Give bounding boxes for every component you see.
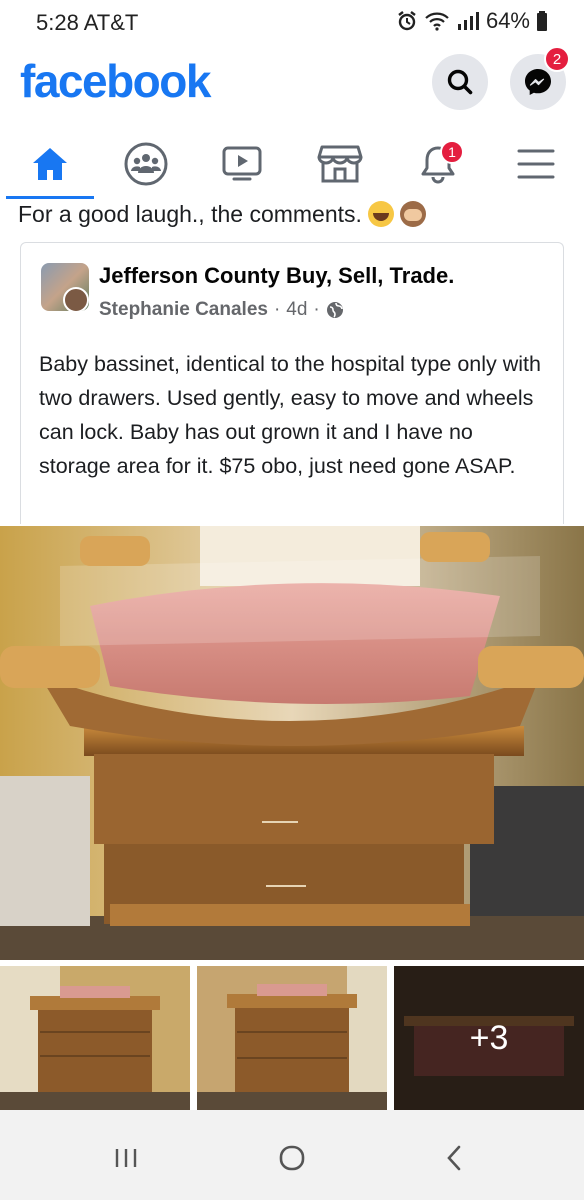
meta-separator-2: · bbox=[313, 299, 320, 320]
post-caption: For a good laugh., the comments. bbox=[18, 198, 578, 230]
battery-percent: 64% bbox=[485, 8, 530, 33]
status-time: 5:28 AT&T bbox=[36, 10, 139, 35]
status-bar: 5:28 AT&T 64% bbox=[0, 0, 584, 44]
globe-icon bbox=[326, 302, 343, 318]
post-author[interactable]: Stephanie Canales bbox=[99, 299, 268, 321]
home-button[interactable] bbox=[262, 1138, 322, 1178]
thumbnail-photo-2[interactable] bbox=[197, 966, 387, 1110]
home-circle-icon bbox=[279, 1145, 305, 1171]
thumbnail-photo-1[interactable] bbox=[0, 966, 190, 1110]
post-meta: Stephanie Canales · 4d · bbox=[99, 299, 344, 321]
home-icon bbox=[33, 148, 67, 180]
wifi-icon bbox=[425, 12, 449, 31]
search-button[interactable] bbox=[432, 54, 488, 110]
tab-home[interactable] bbox=[20, 134, 80, 194]
messenger-icon bbox=[525, 69, 551, 95]
tab-menu[interactable] bbox=[506, 134, 566, 194]
post-body-text: Baby bassinet, identical to the hospital… bbox=[39, 352, 541, 478]
recent-apps-icon bbox=[115, 1149, 137, 1167]
tab-notifications[interactable]: 1 bbox=[408, 134, 468, 194]
see-no-evil-monkey-emoji-icon bbox=[399, 201, 426, 227]
meta-separator: · bbox=[273, 299, 281, 320]
group-avatar[interactable] bbox=[41, 263, 89, 311]
laughing-emoji-icon bbox=[367, 201, 394, 227]
groups-icon bbox=[124, 142, 168, 186]
shared-post-card[interactable]: Jefferson County Buy, Sell, Trade. Steph… bbox=[20, 242, 564, 524]
watch-icon bbox=[222, 146, 262, 181]
search-icon bbox=[447, 69, 473, 95]
more-photos-overlay[interactable]: +3 bbox=[394, 966, 584, 1110]
signal-icon bbox=[457, 12, 479, 30]
app-header: facebook 2 bbox=[0, 46, 584, 116]
bassinet-photo[interactable] bbox=[0, 526, 584, 960]
facebook-logo: facebook bbox=[20, 55, 211, 107]
post-caption-text: For a good laugh., the comments. bbox=[18, 200, 362, 227]
messenger-badge: 2 bbox=[544, 46, 570, 72]
marketplace-icon bbox=[317, 145, 363, 183]
back-chevron-icon bbox=[447, 1145, 461, 1171]
notifications-badge: 1 bbox=[440, 140, 464, 164]
tab-bar: 1 bbox=[0, 128, 584, 200]
tab-marketplace[interactable] bbox=[310, 134, 370, 194]
recents-button[interactable] bbox=[96, 1138, 156, 1178]
post-time[interactable]: 4d bbox=[286, 299, 307, 321]
status-icons: 64% bbox=[396, 8, 548, 34]
tab-watch[interactable] bbox=[212, 134, 272, 194]
battery-icon bbox=[537, 11, 547, 31]
alarm-icon bbox=[398, 11, 416, 31]
messenger-button[interactable]: 2 bbox=[510, 46, 570, 110]
group-name[interactable]: Jefferson County Buy, Sell, Trade. bbox=[99, 263, 454, 289]
back-button[interactable] bbox=[424, 1138, 484, 1178]
system-nav-bar bbox=[0, 1110, 584, 1200]
tab-groups[interactable] bbox=[116, 134, 176, 194]
hamburger-menu-icon bbox=[517, 149, 555, 179]
